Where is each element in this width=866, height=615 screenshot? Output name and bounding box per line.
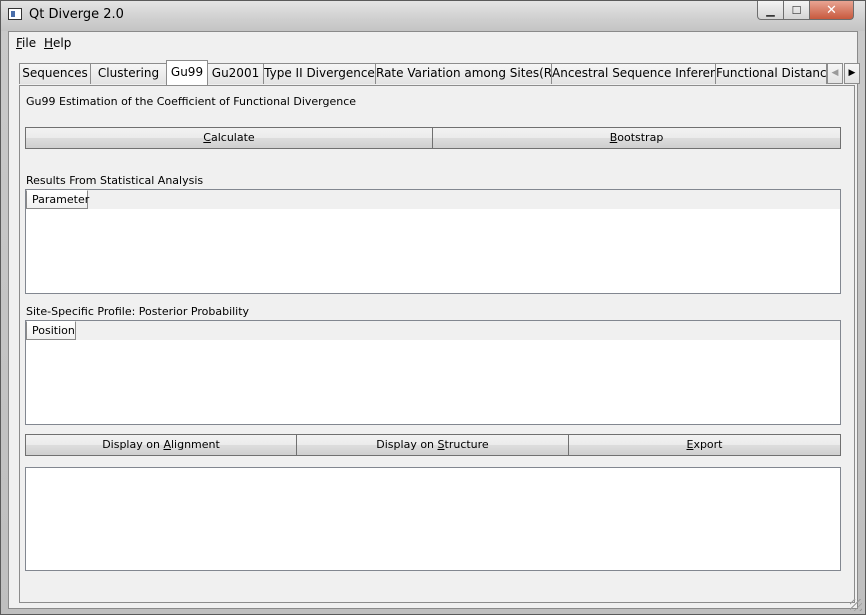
tab-sequences[interactable]: Sequences	[19, 63, 91, 84]
maximize-icon: ☐	[791, 3, 802, 17]
app-icon[interactable]	[8, 8, 22, 20]
main-window-body: File Help Sequences Clustering Gu99 Gu20…	[8, 31, 860, 609]
application-window: Qt Diverge 2.0 ▁ ☐ ✕ File Help Sequences…	[0, 0, 866, 615]
close-button[interactable]: ✕	[809, 1, 854, 20]
display-on-alignment-button[interactable]: Display on Alignment	[25, 434, 297, 456]
bootstrap-button[interactable]: Bootstrap	[432, 127, 841, 149]
results-table[interactable]: Parameter	[25, 189, 841, 294]
page-heading: Gu99 Estimation of the Coefficient of Fu…	[26, 95, 357, 108]
tab-rate-variation[interactable]: Rate Variation among Sites(RVS)	[375, 63, 552, 84]
tab-ancestral-sequence[interactable]: Ancestral Sequence Inference	[551, 63, 716, 84]
profile-table-header: Position	[26, 321, 840, 340]
calculate-button[interactable]: Calculate	[25, 127, 433, 149]
menu-help[interactable]: Help	[44, 36, 71, 50]
maximize-button[interactable]: ☐	[783, 1, 810, 20]
profile-table[interactable]: Position	[25, 320, 841, 425]
position-column-header[interactable]: Position	[26, 321, 76, 340]
parameter-column-header[interactable]: Parameter	[26, 190, 89, 209]
window-title: Qt Diverge 2.0	[29, 7, 124, 22]
menu-bar: File Help	[9, 32, 857, 54]
tab-scroll-right-icon[interactable]: ▶	[844, 63, 860, 84]
tab-gu99[interactable]: Gu99	[166, 60, 208, 85]
title-bar[interactable]: Qt Diverge 2.0 ▁ ☐ ✕	[1, 1, 865, 31]
tab-clustering[interactable]: Clustering	[90, 63, 167, 84]
results-table-header: Parameter	[26, 190, 840, 209]
display-on-structure-button[interactable]: Display on Structure	[296, 434, 569, 456]
output-text-area[interactable]	[25, 467, 841, 571]
gu99-tab-page: Gu99 Estimation of the Coefficient of Fu…	[19, 85, 855, 603]
resize-grip-icon[interactable]	[850, 599, 862, 611]
tab-functional-distance[interactable]: Functional Distance	[715, 63, 827, 84]
tab-bar: Sequences Clustering Gu99 Gu2001 Type II…	[19, 60, 860, 85]
minimize-icon: ▁	[766, 3, 775, 17]
tab-type-ii-divergence[interactable]: Type II Divergence	[263, 63, 376, 84]
close-icon: ✕	[826, 2, 837, 18]
results-label: Results From Statistical Analysis	[26, 174, 204, 187]
menu-file[interactable]: File	[16, 36, 36, 50]
tab-scroll-left-icon[interactable]: ◀	[827, 63, 843, 84]
tab-gu2001[interactable]: Gu2001	[207, 63, 264, 84]
minimize-button[interactable]: ▁	[757, 1, 784, 20]
export-button[interactable]: Export	[568, 434, 841, 456]
profile-label: Site-Specific Profile: Posterior Probabi…	[26, 305, 250, 318]
